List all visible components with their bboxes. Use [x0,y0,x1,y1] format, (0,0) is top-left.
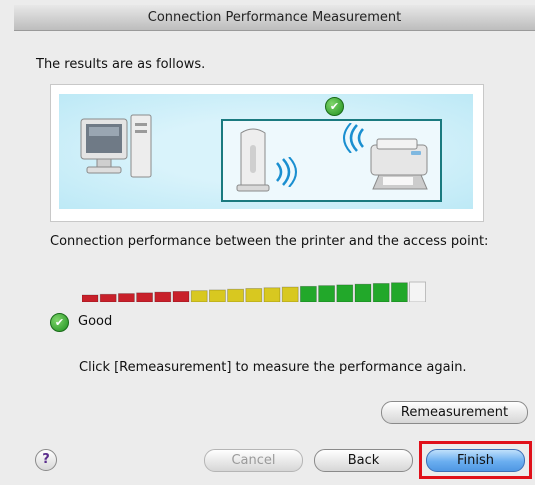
meter-segment [281,286,299,302]
access-point-icon [236,128,270,192]
back-button[interactable]: Back [314,449,413,472]
meter-segment [263,287,281,302]
performance-label: Connection performance between the print… [50,234,489,249]
meter-segment [118,293,135,302]
meter-segment [336,284,354,302]
remeasurement-button[interactable]: Remeasurement [381,401,528,424]
meter-segment [227,288,245,302]
computer-icon [80,114,152,178]
result-status-label: Good [78,314,113,329]
cancel-button[interactable]: Cancel [204,449,303,472]
meter-segment [99,293,117,302]
meter-segment [354,283,372,302]
good-check-icon: ✔ [50,313,69,332]
meter-segment [172,290,190,302]
meter-segment [209,289,226,302]
success-check-icon: ✔ [325,97,344,116]
wifi-waves-icon [276,157,297,187]
printer-icon [370,138,428,190]
access-point-printer-box [221,119,442,202]
meter-segment [82,294,99,302]
meter-segment [245,288,263,302]
meter-segment [390,282,408,302]
meter-segment [318,285,336,302]
help-icon[interactable]: ? [35,449,57,471]
meter-segment [372,283,390,302]
meter-segment [190,290,208,302]
meter-segment [299,285,317,302]
results-intro-text: The results are as follows. [36,57,206,72]
meter-segment [409,281,427,302]
dialog-title: Connection Performance Measurement [14,5,535,31]
signal-strength-meter [82,281,427,302]
remeasure-hint-text: Click [Remeasurement] to measure the per… [79,360,467,375]
meter-segment [154,291,172,302]
connection-diagram: ✔ [50,84,484,222]
wifi-waves-icon [343,123,364,153]
meter-segment [136,292,153,302]
finish-highlight-box [419,441,532,479]
